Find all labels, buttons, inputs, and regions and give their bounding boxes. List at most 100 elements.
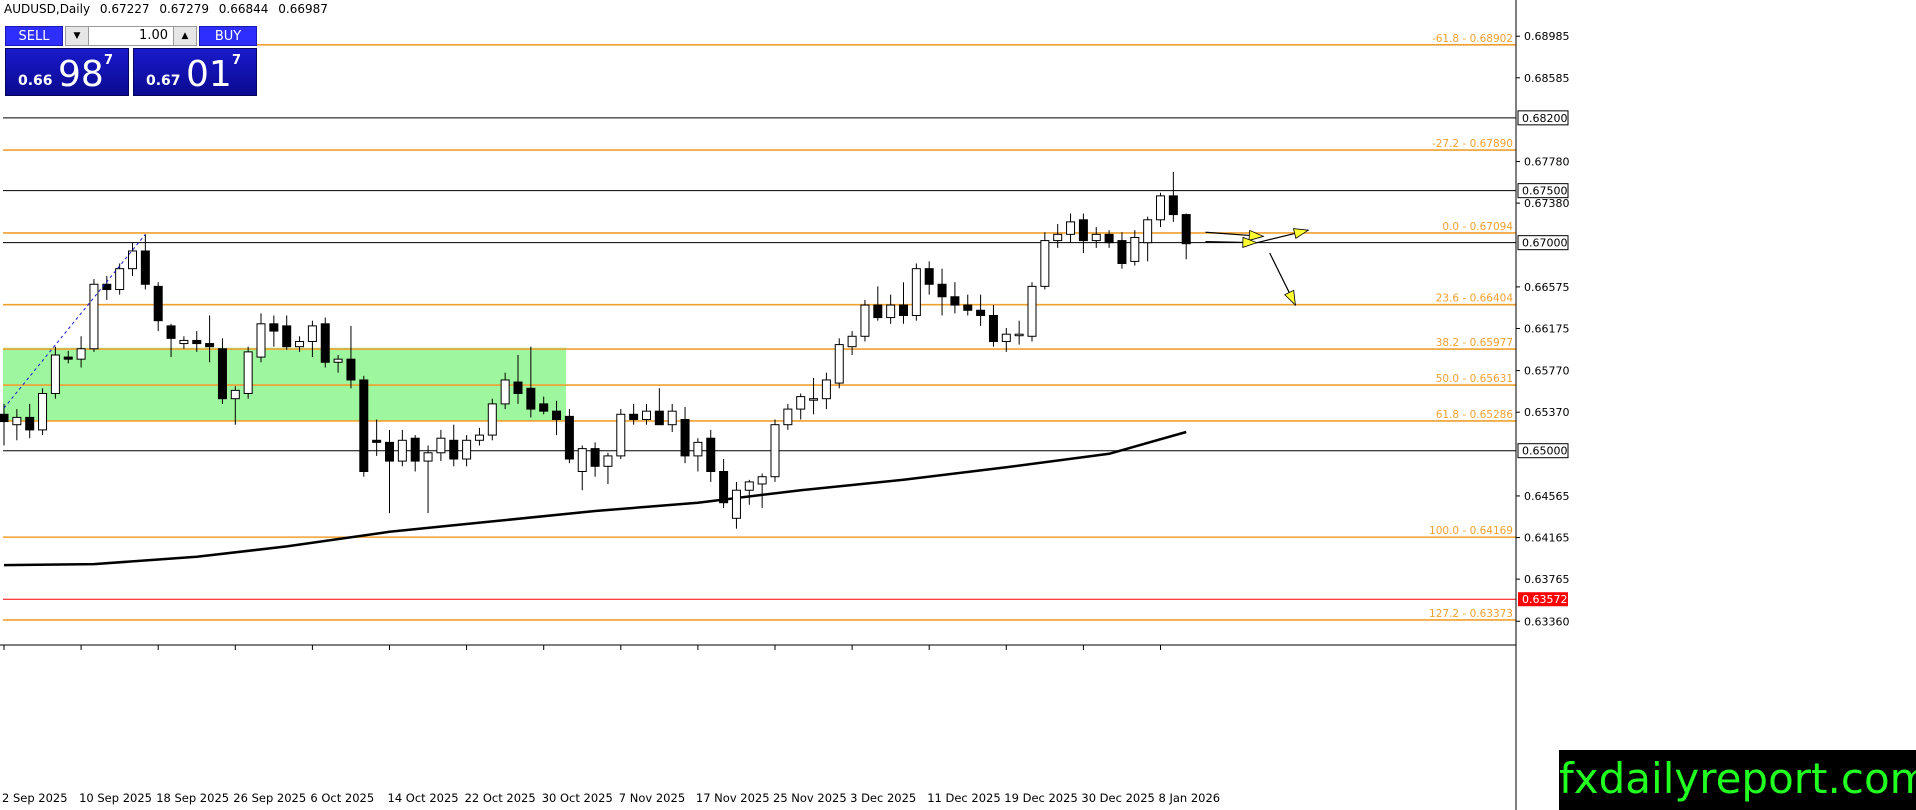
candle-body-75 [963, 304, 973, 311]
candle-body-86 [1104, 233, 1114, 244]
candle-30 [385, 429, 394, 514]
candle-body-13 [166, 325, 176, 339]
open-value: 0.67227 [99, 2, 150, 16]
x-tick-label-8: 7 Nov 2025 [619, 791, 685, 805]
candle-body-49 [629, 413, 639, 420]
candle-8 [102, 275, 112, 300]
candle-20 [256, 313, 266, 363]
high-value: 0.67279 [159, 2, 209, 16]
candle-body-67 [860, 304, 870, 337]
buy-price-prefix: 0.67 [146, 73, 181, 89]
candle-71 [911, 263, 921, 321]
candle-66 [847, 331, 857, 356]
candle-body-77 [988, 314, 998, 342]
x-tick-label-6: 22 Oct 2025 [465, 791, 536, 805]
candle-36 [462, 435, 472, 467]
candle-83 [1066, 213, 1076, 243]
candle-body-12 [153, 285, 163, 322]
candle-body-81 [1040, 240, 1050, 287]
current-price-tag-label: 0.63572 [1522, 593, 1568, 606]
candle-73 [937, 268, 947, 316]
candle-body-28 [359, 379, 369, 472]
candle-body-74 [950, 296, 960, 306]
increase-lot-icon[interactable]: ▲ [173, 27, 196, 45]
candle-31 [397, 429, 407, 467]
brand-watermark: fxdailyreport.com [1559, 750, 1916, 810]
candle-90 [1156, 192, 1165, 228]
buy-price-button[interactable]: 0.67 01 7 [133, 48, 257, 96]
candle-79 [1014, 320, 1024, 345]
x-tick-label-3: 26 Sep 2025 [233, 791, 306, 805]
candle-body-17 [217, 348, 227, 400]
buy-price-fraction: 7 [232, 53, 242, 68]
x-tick-label-12: 11 Dec 2025 [927, 791, 1000, 805]
candle-body-1 [12, 416, 22, 426]
candle-body-55 [706, 437, 716, 472]
candle-56 [719, 459, 729, 508]
candle-72 [924, 261, 934, 295]
x-tick-label-0: 2 Sep 2025 [2, 791, 68, 805]
candle-91 [1168, 171, 1178, 222]
lot-size-value[interactable]: 1.00 [139, 27, 168, 45]
candle-52 [667, 403, 677, 432]
sell-price-button[interactable]: 0.66 98 7 [5, 48, 129, 96]
y-tick-label-4: 0.66575 [1524, 281, 1570, 294]
candle-body-42 [539, 403, 549, 412]
sell-price-prefix: 0.66 [18, 73, 53, 89]
candle-body-79 [1014, 333, 1024, 337]
candle-body-56 [719, 470, 729, 504]
candle-body-43 [552, 410, 562, 420]
arrow-0 [1205, 229, 1265, 241]
x-tick-label-13: 19 Dec 2025 [1004, 791, 1077, 805]
arrow-2 [1256, 228, 1310, 244]
candle-body-4 [50, 354, 60, 394]
candle-body-45 [577, 448, 587, 472]
candle-body-44 [564, 415, 574, 460]
lot-size-field[interactable]: ▼ 1.00 ▲ [65, 26, 197, 46]
candle-body-85 [1091, 233, 1101, 242]
candle-44 [564, 409, 574, 464]
y-tick-label-8: 0.64565 [1524, 490, 1570, 503]
candle-55 [706, 429, 716, 482]
candle-body-73 [937, 283, 947, 298]
candle-64 [821, 372, 831, 410]
candle-body-41 [526, 387, 536, 410]
candle-body-18 [230, 389, 240, 400]
candle-body-24 [307, 325, 317, 342]
candle-body-3 [38, 392, 48, 431]
price-tag-label-2: 0.67000 [1522, 237, 1568, 250]
candle-body-58 [744, 481, 754, 491]
buy-button[interactable]: BUY [199, 26, 257, 46]
candle-69 [886, 294, 896, 324]
price-chart[interactable]: -61.8 - 0.68902 -27.2 - 0.67890 0.0 - 0.67… [0, 0, 1916, 810]
candle-body-72 [924, 268, 934, 285]
sell-button[interactable]: SELL [5, 26, 63, 46]
candle-body-26 [333, 358, 343, 363]
candle-body-31 [397, 439, 407, 462]
candle-70 [899, 282, 908, 324]
candle-body-64 [821, 379, 831, 400]
symbol-header: AUDUSD,Daily 0.67227 0.67279 0.66844 0.6… [4, 2, 334, 16]
candle-45 [577, 445, 587, 491]
candle-body-47 [603, 455, 613, 467]
candle-82 [1053, 223, 1063, 248]
candle-body-70 [899, 304, 908, 316]
y-tick-label-5: 0.66175 [1524, 322, 1570, 335]
candle-92 [1181, 213, 1191, 260]
candle-body-53 [680, 418, 690, 457]
y-tick-label-2: 0.67780 [1524, 156, 1570, 169]
candle-body-11 [140, 250, 150, 285]
decrease-lot-icon[interactable]: ▼ [66, 27, 89, 45]
candle-62 [796, 393, 806, 420]
candle-body-25 [320, 323, 330, 363]
candle-59 [757, 473, 767, 508]
candle-body-62 [796, 396, 806, 410]
candle-body-84 [1078, 219, 1088, 242]
candle-61 [783, 403, 793, 430]
x-tick-label-14: 30 Dec 2025 [1081, 791, 1154, 805]
candle-body-20 [256, 323, 266, 358]
candle-80 [1027, 282, 1037, 342]
fib-label-3: 23.6 - 0.66404 [1436, 293, 1514, 305]
candle-body-51 [654, 410, 664, 426]
x-tick-label-5: 14 Oct 2025 [388, 791, 459, 805]
